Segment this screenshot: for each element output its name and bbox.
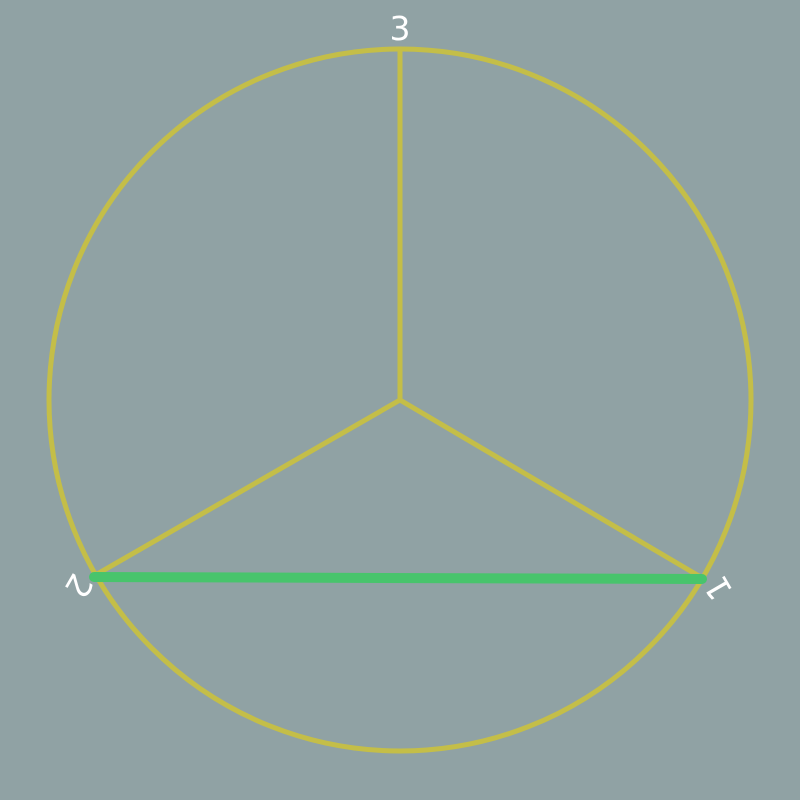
vertex-label-top: 3	[390, 9, 411, 48]
diagram-canvas: 3 2 1	[0, 0, 800, 800]
highlighted-chord	[89, 572, 707, 584]
